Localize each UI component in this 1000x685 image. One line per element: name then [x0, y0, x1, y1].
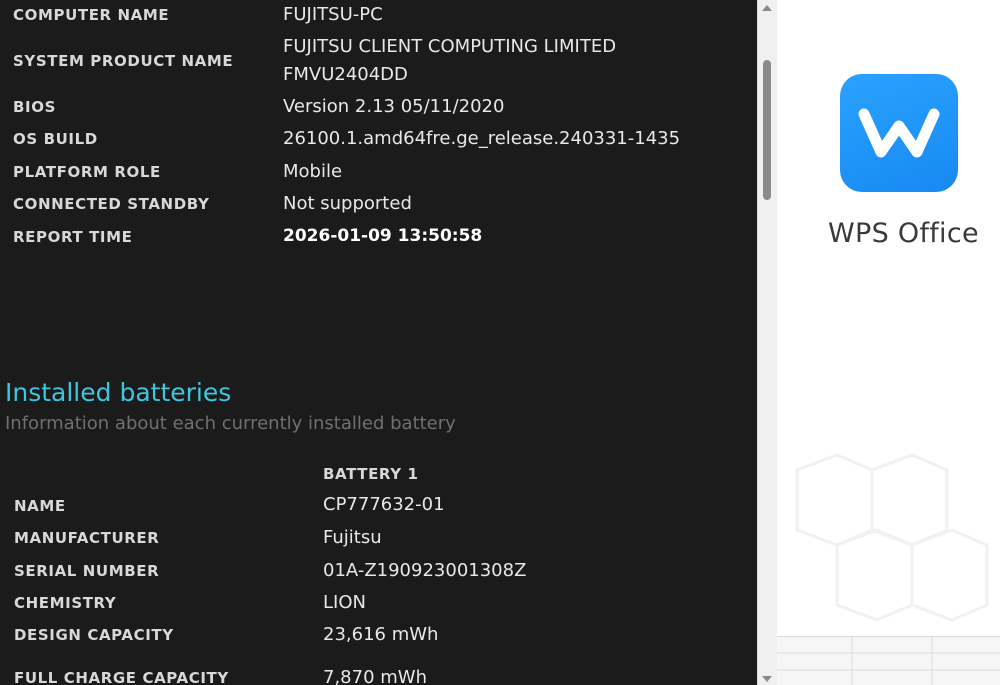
battery-chemistry-label: CHEMISTRY [14, 594, 117, 612]
platform-role-value: Mobile [283, 161, 343, 182]
installed-batteries-heading: Installed batteries [5, 378, 232, 407]
battery-serial-number-value: 01A-Z190923001308Z [323, 560, 527, 581]
system-product-name-label: SYSTEM PRODUCT NAME [13, 52, 234, 70]
os-build-value: 26100.1.amd64fre.ge_release.240331-1435 [283, 128, 681, 149]
os-build-label: OS BUILD [13, 130, 98, 148]
battery-manufacturer-value: Fujitsu [323, 527, 382, 548]
wps-logo-icon [840, 74, 958, 192]
computer-name-value: FUJITSU-PC [283, 4, 383, 25]
battery-chemistry-value: LION [323, 592, 366, 613]
bios-value: Version 2.13 05/11/2020 [283, 96, 505, 117]
bios-label: BIOS [13, 98, 56, 116]
battery-name-value: CP777632-01 [323, 494, 445, 515]
battery-name-label: NAME [14, 497, 66, 515]
wps-office-app-name: WPS Office [828, 218, 979, 249]
battery-report-pane: COMPUTER NAME FUJITSU-PC SYSTEM PRODUCT … [0, 0, 757, 685]
battery-design-capacity-label: DESIGN CAPACITY [14, 626, 174, 644]
battery-design-capacity-value: 23,616 mWh [323, 624, 439, 645]
scrollbar-thumb[interactable] [763, 60, 771, 200]
battery-full-charge-capacity-label: FULL CHARGE CAPACITY [14, 669, 229, 685]
computer-name-label: COMPUTER NAME [13, 6, 170, 24]
report-time-label: REPORT TIME [13, 228, 133, 246]
wps-office-splash: WPS Office [777, 0, 1000, 685]
connected-standby-value: Not supported [283, 193, 412, 214]
system-product-name-value: FUJITSU CLIENT COMPUTING LIMITED [283, 36, 617, 57]
screen: COMPUTER NAME FUJITSU-PC SYSTEM PRODUCT … [0, 0, 1000, 685]
battery-manufacturer-label: MANUFACTURER [14, 529, 160, 547]
report-time-value: 2026-01-09 13:50:58 [283, 226, 483, 246]
battery-full-charge-capacity-value: 7,870 mWh [323, 667, 427, 685]
connected-standby-label: CONNECTED STANDBY [13, 195, 210, 213]
scroll-up-arrow-icon[interactable] [762, 5, 772, 11]
spreadsheet-grid-preview [777, 636, 1000, 685]
battery-1-column-header: BATTERY 1 [323, 465, 419, 483]
vertical-scrollbar[interactable] [757, 0, 777, 685]
installed-batteries-subtitle: Information about each currently install… [5, 413, 456, 434]
platform-role-label: PLATFORM ROLE [13, 163, 161, 181]
system-product-name-value-line2: FMVU2404DD [283, 64, 408, 85]
scroll-down-arrow-icon[interactable] [762, 676, 772, 682]
battery-serial-number-label: SERIAL NUMBER [14, 562, 160, 580]
